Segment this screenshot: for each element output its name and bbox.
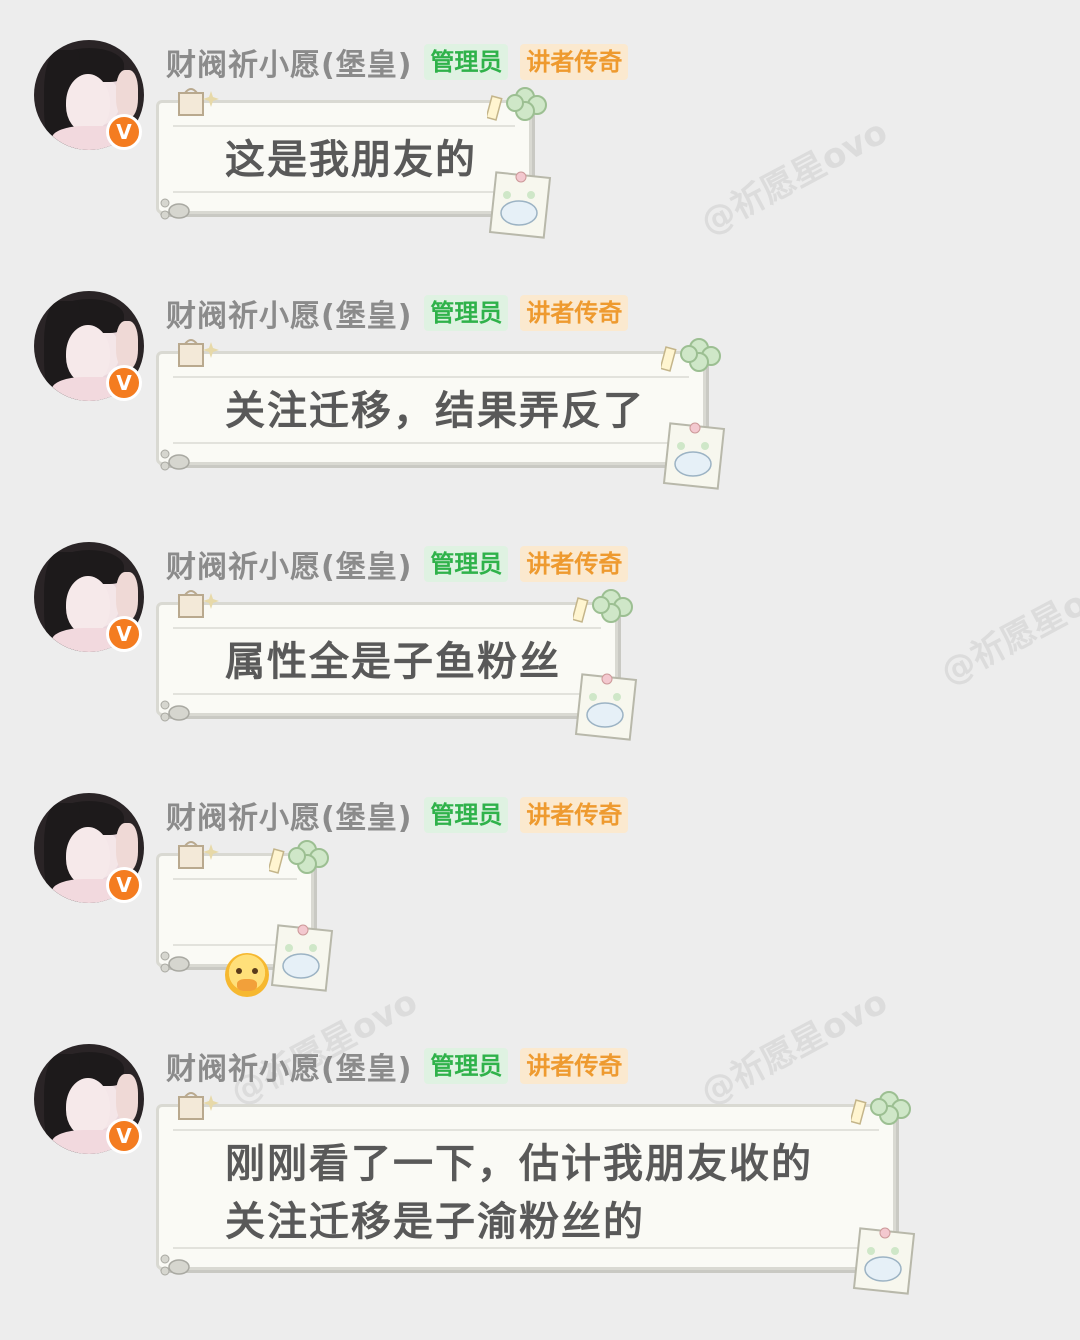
message-header: 财阀祈小愿(堡皇) 管理员 讲者传奇 [166,1044,629,1088]
username[interactable]: 财阀祈小愿(堡皇) [166,291,412,335]
admin-tag: 管理员 [424,295,509,331]
message-bubble[interactable]: 属性全是子鱼粉丝 [156,589,638,741]
chat-list: @祈愿星ovo @祈愿星ovo @祈愿星ovo @祈愿星ovo V 财阀祈小愿(… [0,0,1080,1340]
verified-badge-icon: V [106,114,142,150]
message-header: 财阀祈小愿(堡皇) 管理员 讲者传奇 [166,793,629,837]
clover-icon [269,840,329,874]
legend-tag: 讲者传奇 [520,295,629,331]
legend-tag: 讲者传奇 [520,546,629,582]
sticker-note-icon [852,1227,916,1295]
username[interactable]: 财阀祈小愿(堡皇) [166,542,412,586]
message-bubble[interactable]: 关注迁移，结果弄反了 [156,338,726,490]
verified-badge-icon: V [106,1118,142,1154]
admin-tag: 管理员 [424,546,509,582]
message-header: 财阀祈小愿(堡皇) 管理员 讲者传奇 [166,40,629,84]
clip-icon [178,1092,219,1120]
avatar[interactable]: V [34,40,144,150]
avatar[interactable]: V [34,291,144,401]
chat-message: V 财阀祈小愿(堡皇) 管理员 讲者传奇 属性全是子鱼粉丝 [0,502,1080,752]
message-bubble[interactable]: 刚刚看了一下，估计我朋友收的 关注迁移是子渝粉丝的 [156,1091,916,1295]
clover-icon [487,87,547,121]
message-header: 财阀祈小愿(堡皇) 管理员 讲者传奇 [166,291,629,335]
clover-icon [661,338,721,372]
verified-badge-icon: V [106,616,142,652]
paw-icon [160,449,190,471]
username[interactable]: 财阀祈小愿(堡皇) [166,40,412,84]
sticker-note-icon [574,673,638,741]
legend-tag: 讲者传奇 [520,44,629,80]
sticker-note-icon [270,924,334,992]
legend-tag: 讲者传奇 [520,797,629,833]
paw-icon [160,700,190,722]
message-bubble[interactable]: 这是我朋友的 [156,87,552,239]
chat-message: V 财阀祈小愿(堡皇) 管理员 讲者传奇 这是我朋友的 [0,0,1080,250]
message-header: 财阀祈小愿(堡皇) 管理员 讲者传奇 [166,542,629,586]
crying-face-emoji-icon [225,953,269,997]
verified-badge-icon: V [106,365,142,401]
message-bubble[interactable] [156,840,334,997]
paw-icon [160,1254,190,1276]
message-text: 属性全是子鱼粉丝 [225,639,561,685]
avatar[interactable]: V [34,542,144,652]
paw-icon [160,198,190,220]
clip-icon [178,841,219,869]
admin-tag: 管理员 [424,797,509,833]
clip-icon [178,88,219,116]
verified-badge-icon: V [106,867,142,903]
admin-tag: 管理员 [424,1048,509,1084]
sticker-note-icon [662,422,726,490]
clover-icon [851,1091,911,1125]
message-text: 关注迁移，结果弄反了 [225,388,645,434]
legend-tag: 讲者传奇 [520,1048,629,1084]
admin-tag: 管理员 [424,44,509,80]
username[interactable]: 财阀祈小愿(堡皇) [166,793,412,837]
message-text: 这是我朋友的 [225,137,477,183]
clip-icon [178,590,219,618]
avatar[interactable]: V [34,793,144,903]
chat-message: V 财阀祈小愿(堡皇) 管理员 讲者传奇 刚刚看了一下，估计我朋友收的 关注迁移… [0,1004,1080,1324]
chat-message: V 财阀祈小愿(堡皇) 管理员 讲者传奇 关注迁移，结果弄反了 [0,251,1080,501]
sticker-note-icon [488,171,552,239]
paw-icon [160,951,190,973]
clover-icon [573,589,633,623]
clip-icon [178,339,219,367]
message-text: 刚刚看了一下，估计我朋友收的 关注迁移是子渝粉丝的 [225,1141,813,1245]
avatar[interactable]: V [34,1044,144,1154]
username[interactable]: 财阀祈小愿(堡皇) [166,1044,412,1088]
chat-message: V 财阀祈小愿(堡皇) 管理员 讲者传奇 [0,753,1080,1003]
